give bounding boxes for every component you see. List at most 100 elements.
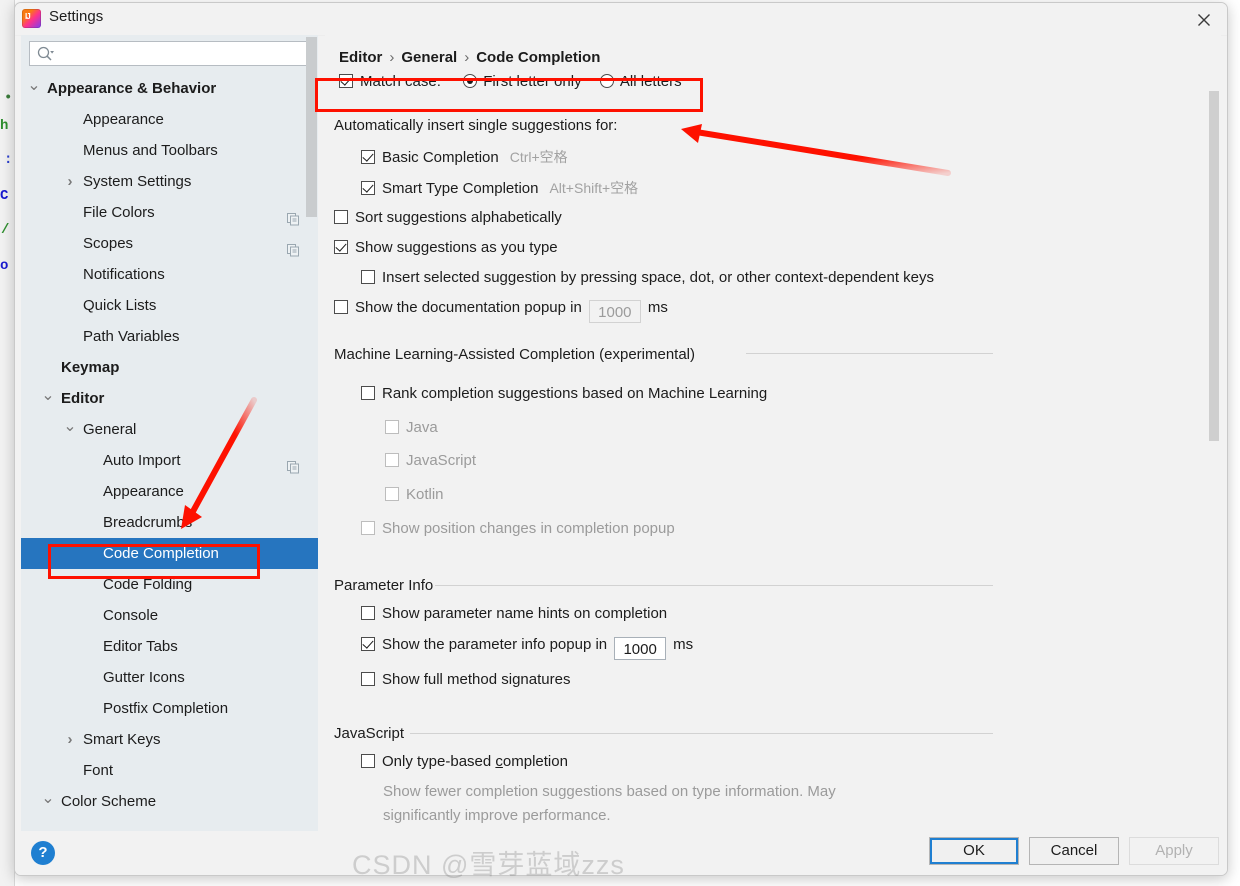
chevron-down-icon[interactable]: ⌄ (27, 73, 41, 98)
doc-popup-unit: ms (647, 299, 668, 316)
copy-settings-icon[interactable] (287, 237, 300, 257)
sidebar-item-label: Code Folding (103, 576, 193, 593)
basic-completion-shortcut: Ctrl+空格 (509, 149, 568, 165)
sidebar-item-smart-keys[interactable]: › Smart Keys (21, 724, 318, 755)
sidebar-item-menus-and-toolbars[interactable]: Menus and Toolbars (21, 135, 318, 166)
full-method-signatures-checkbox[interactable] (361, 672, 375, 686)
javascript-description-line1: Show fewer completion suggestions based … (383, 783, 836, 800)
sidebar-item-label: Scopes (83, 235, 134, 252)
all-letters-radio[interactable] (599, 74, 614, 88)
sidebar-item-auto-import[interactable]: Auto Import (21, 445, 318, 476)
sidebar-item-label: Gutter Icons (103, 669, 185, 686)
sidebar-item-quick-lists[interactable]: Quick Lists (21, 290, 318, 321)
sidebar-item-appearance[interactable]: Appearance (21, 104, 318, 135)
only-type-based-label-b: ompletion (502, 753, 568, 770)
cancel-button[interactable]: Cancel (1029, 837, 1119, 865)
sidebar-item-gutter-icons[interactable]: Gutter Icons (21, 662, 318, 693)
match-case-label: Match case: (360, 73, 441, 90)
param-info-popup-checkbox[interactable] (361, 637, 375, 651)
close-icon[interactable] (1181, 3, 1227, 34)
chevron-down-icon[interactable]: ⌄ (41, 786, 55, 811)
sidebar-scrollbar[interactable] (305, 35, 318, 793)
sidebar-item-label: Color Scheme (61, 793, 157, 810)
sidebar-scrollbar-thumb[interactable] (306, 37, 317, 217)
sidebar-item-code-completion[interactable]: Code Completion (21, 538, 318, 569)
ok-button[interactable]: OK (929, 837, 1019, 865)
parameter-info-title: Parameter Info (334, 577, 434, 594)
match-case-row: Match case: First letter only All letter… (339, 73, 682, 90)
doc-popup-delay-input[interactable]: 1000 (588, 300, 641, 323)
sidebar-item-label: Quick Lists (83, 297, 157, 314)
breadcrumb-part-editor[interactable]: Editor (339, 49, 382, 66)
sidebar-item-color-scheme[interactable]: ⌄ Color Scheme (21, 786, 318, 817)
content-scrollbar-thumb[interactable] (1209, 91, 1219, 441)
only-type-based-checkbox[interactable] (361, 754, 375, 768)
ml-kotlin-label: Kotlin (406, 486, 444, 503)
content-scrollbar[interactable] (1207, 35, 1221, 831)
smart-type-completion-label: Smart Type Completion (382, 180, 539, 197)
javascript-description-line2: significantly improve performance. (383, 807, 611, 824)
sidebar-item-console[interactable]: Console (21, 600, 318, 631)
param-info-popup-delay-input[interactable]: 1000 (614, 637, 667, 660)
help-glyph: ? (38, 844, 48, 861)
ml-java-checkbox (385, 420, 399, 434)
sidebar-item-font[interactable]: Font (21, 755, 318, 786)
chevron-down-icon[interactable]: ⌄ (63, 414, 77, 439)
search-input[interactable] (60, 42, 309, 67)
sidebar-item-scopes[interactable]: Scopes (21, 228, 318, 259)
dialog-footer: ? OK Cancel Apply (15, 831, 1227, 875)
intellij-idea-icon (22, 9, 41, 28)
doc-popup-checkbox[interactable] (334, 300, 348, 314)
breadcrumb-part-general[interactable]: General (401, 49, 457, 66)
sort-alphabetically-checkbox[interactable] (334, 210, 348, 224)
param-name-hints-checkbox[interactable] (361, 606, 375, 620)
sidebar-item-general[interactable]: ⌄ General (21, 414, 318, 445)
insert-selected-checkbox[interactable] (361, 270, 375, 284)
sidebar-item-label: Keymap (61, 359, 120, 376)
bg-code-glyph: : (4, 152, 13, 168)
sidebar-item-appearance[interactable]: Appearance (21, 476, 318, 507)
sidebar-item-keymap[interactable]: Keymap (21, 352, 318, 383)
sidebar-item-label: File Colors (83, 204, 155, 221)
chevron-right-icon[interactable]: › (63, 724, 77, 755)
sidebar-item-label: System Settings (83, 173, 192, 190)
sidebar-item-editor-tabs[interactable]: Editor Tabs (21, 631, 318, 662)
only-type-based-row: Only type-based completion (361, 753, 568, 770)
sidebar-item-file-colors[interactable]: File Colors (21, 197, 318, 228)
sidebar-item-notifications[interactable]: Notifications (21, 259, 318, 290)
javascript-section-divider (410, 733, 993, 734)
smart-type-completion-row: Smart Type Completion Alt+Shift+空格 (361, 178, 638, 198)
copy-settings-icon[interactable] (287, 454, 300, 474)
chevron-right-icon[interactable]: › (63, 166, 77, 197)
param-info-popup-row: Show the parameter info popup in 1000 ms (361, 636, 693, 660)
apply-button: Apply (1129, 837, 1219, 865)
help-question-icon[interactable]: ? (29, 839, 57, 867)
settings-tree[interactable]: ⌄ Appearance & Behavior Appearance Menus an… (21, 73, 318, 831)
settings-dialog: Settings ⌄ Appearance & Behavior Appearanc… (14, 2, 1228, 876)
show-as-you-type-checkbox[interactable] (334, 240, 348, 254)
search-field[interactable] (29, 41, 310, 67)
param-info-popup-label: Show the parameter info popup in (382, 636, 608, 653)
settings-content-pane: Editor › General › Code Completion Match cas… (325, 35, 1221, 831)
show-as-you-type-row: Show suggestions as you type (334, 239, 558, 256)
first-letter-only-radio[interactable] (463, 74, 478, 88)
match-case-checkbox[interactable] (339, 74, 353, 88)
sidebar-item-label: Editor Tabs (103, 638, 178, 655)
sidebar-item-system-settings[interactable]: › System Settings (21, 166, 318, 197)
bg-code-glyph: o (0, 258, 9, 274)
sidebar-item-breadcrumbs[interactable]: Breadcrumbs (21, 507, 318, 538)
basic-completion-label: Basic Completion (382, 149, 499, 166)
all-letters-label: All letters (619, 73, 682, 90)
smart-type-completion-checkbox[interactable] (361, 181, 375, 195)
sidebar-item-path-variables[interactable]: Path Variables (21, 321, 318, 352)
sidebar-item-label: Editor (61, 390, 105, 407)
copy-settings-icon[interactable] (287, 206, 300, 226)
sidebar-item-editor[interactable]: ⌄ Editor (21, 383, 318, 414)
chevron-down-icon[interactable]: ⌄ (41, 383, 55, 408)
sidebar-item-postfix-completion[interactable]: Postfix Completion (21, 693, 318, 724)
sidebar-item-appearance-behavior[interactable]: ⌄ Appearance & Behavior (21, 73, 318, 104)
sort-alphabetically-label: Sort suggestions alphabetically (355, 209, 562, 226)
ml-rank-checkbox[interactable] (361, 386, 375, 400)
sidebar-item-code-folding[interactable]: Code Folding (21, 569, 318, 600)
basic-completion-checkbox[interactable] (361, 150, 375, 164)
